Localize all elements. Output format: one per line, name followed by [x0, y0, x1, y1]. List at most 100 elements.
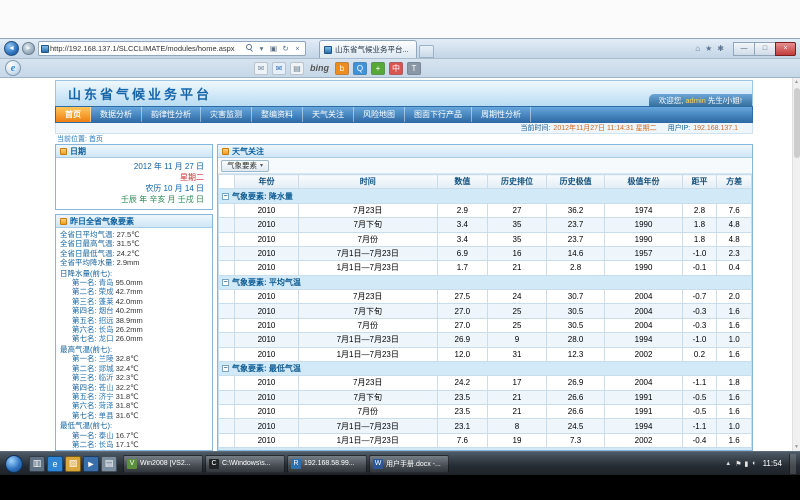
column-header[interactable]: 时间 [298, 175, 437, 189]
table-row[interactable]: 20101月1日—7月23日1.7212.81990-0.10.4 [219, 261, 752, 275]
media-player-icon[interactable]: ► [83, 456, 99, 472]
table-section-row[interactable]: −气象要素: 最高气温 [219, 448, 752, 450]
table-row[interactable]: 20107月份3.43523.719901.84.8 [219, 232, 752, 246]
task-remote[interactable]: R192.168.58.99... [287, 455, 367, 473]
bing-app-icon[interactable]: b [335, 62, 349, 75]
refresh-icon[interactable]: ↻ [280, 44, 291, 53]
autocomplete-dropdown-icon[interactable]: ▾ [256, 44, 267, 53]
settings-gear-icon[interactable]: ✱ [717, 44, 724, 53]
table-row[interactable]: 20107月下旬23.52126.61991-0.51.6 [219, 390, 752, 404]
table-row[interactable]: 20107月23日24.21726.92004-1.11.8 [219, 376, 752, 390]
station-link[interactable]: 济宁 [99, 392, 114, 401]
element-filter-button[interactable]: 气象要素 ▾ [221, 160, 269, 172]
task-cmd[interactable]: CC:\Windows\s... [205, 455, 285, 473]
mail-icon[interactable]: ✉ [254, 62, 268, 75]
start-button[interactable] [5, 455, 23, 473]
column-header[interactable]: 年份 [234, 175, 298, 189]
ie-icon[interactable]: e [47, 456, 63, 472]
home-icon[interactable]: ⌂ [695, 44, 700, 53]
column-header[interactable]: 数值 [437, 175, 488, 189]
station-link[interactable]: 菏泽 [99, 401, 114, 410]
maximize-button[interactable]: □ [754, 42, 775, 56]
column-header[interactable]: 极值年份 [605, 175, 682, 189]
search-icon[interactable] [244, 44, 255, 54]
minimize-button[interactable]: — [733, 42, 754, 56]
table-row[interactable]: 20107月23日27.52430.72004-0.72.0 [219, 290, 752, 304]
table-row[interactable]: 20101月1日—7月23日7.6197.32002-0.41.6 [219, 433, 752, 447]
collapse-icon[interactable]: − [222, 193, 229, 200]
url-input[interactable] [50, 44, 243, 53]
station-link[interactable]: 长岛 [99, 440, 114, 449]
browser-back-button[interactable]: ◄ [4, 41, 19, 56]
column-header[interactable]: 历史排位 [488, 175, 547, 189]
stop-icon[interactable]: × [292, 44, 303, 53]
nav-item-risk-map[interactable]: 风险地图 [354, 107, 405, 122]
table-section-row[interactable]: −气象要素: 平均气温 [219, 275, 752, 289]
address-bar[interactable]: ▾ ▣ ↻ × [38, 41, 306, 56]
table-section-row[interactable]: −气象要素: 降水量 [219, 189, 752, 203]
station-link[interactable]: 兰陵 [99, 354, 114, 363]
taskbar-clock[interactable]: 11:54 [763, 459, 782, 468]
nav-item-downstream-products[interactable]: 图面下行产品 [405, 107, 472, 122]
nav-item-disaster-monitoring[interactable]: 灾害监测 [201, 107, 252, 122]
browser-tab[interactable]: 山东省气候业务平台... [319, 40, 417, 58]
outlook-mail-icon[interactable]: ✉ [272, 62, 286, 75]
safety-shield-icon[interactable]: + [371, 62, 385, 75]
nav-item-home[interactable]: 首页 [56, 107, 91, 122]
bing-logo[interactable]: bing [308, 62, 331, 75]
table-row[interactable]: 20107月份27.02530.52004-0.31.6 [219, 318, 752, 332]
station-link[interactable]: 单县 [99, 411, 114, 420]
nav-item-rhythm-analysis[interactable]: 韵律性分析 [142, 107, 201, 122]
browser-forward-button[interactable]: ► [22, 42, 35, 55]
table-row[interactable]: 20107月下旬3.43523.719901.84.8 [219, 218, 752, 232]
table-row[interactable]: 20107月1日—7月23日6.91614.61957-1.02.3 [219, 246, 752, 260]
column-header[interactable]: 历史极值 [546, 175, 605, 189]
volume-icon[interactable]: ◖ [751, 460, 755, 468]
station-link[interactable]: 蓬莱 [99, 297, 114, 306]
vertical-scrollbar[interactable]: ▲ ▼ [792, 78, 800, 451]
scrollbar-thumb[interactable] [794, 88, 800, 158]
station-link[interactable]: 成山头 [99, 449, 122, 450]
table-row[interactable]: 20107月1日—7月23日26.9928.01994-1.01.0 [219, 333, 752, 347]
action-center-flag-icon[interactable]: ⚑ [735, 460, 741, 468]
show-desktop-button[interactable] [789, 454, 796, 474]
collapse-icon[interactable]: − [222, 279, 229, 286]
server-manager-icon[interactable]: ▥ [29, 456, 45, 472]
table-row[interactable]: 20101月1日—7月23日12.03112.320020.21.6 [219, 347, 752, 361]
ie-logo-icon[interactable]: e [5, 60, 21, 76]
station-link[interactable]: 临沂 [99, 373, 114, 382]
scroll-up-icon[interactable]: ▲ [794, 78, 799, 86]
network-icon[interactable]: ▮ [744, 460, 748, 468]
task-word[interactable]: W用户手册.docx -... [369, 455, 449, 473]
nav-item-data-analysis[interactable]: 数据分析 [91, 107, 142, 122]
table-row[interactable]: 20107月23日2.92736.219742.87.6 [219, 203, 752, 217]
qq-icon[interactable]: Q [353, 62, 367, 75]
collapse-icon[interactable]: − [222, 365, 229, 372]
close-button[interactable]: × [775, 42, 796, 56]
table-row[interactable]: 20107月1日—7月23日23.1824.51994-1.11.0 [219, 419, 752, 433]
station-link[interactable]: 烟台 [99, 306, 114, 315]
document-icon[interactable]: ▤ [290, 62, 304, 75]
table-row[interactable]: 20107月下旬27.02530.52004-0.31.6 [219, 304, 752, 318]
explorer-folder-icon[interactable]: ▨ [65, 456, 81, 472]
station-link[interactable]: 龙口 [99, 334, 114, 343]
nav-item-data-compilation[interactable]: 整编资料 [252, 107, 303, 122]
station-link[interactable]: 荣成 [99, 287, 114, 296]
nav-item-periodicity-analysis[interactable]: 周期性分析 [472, 107, 531, 122]
input-method-icon[interactable]: 中 [389, 62, 403, 75]
notepad-icon[interactable]: ▤ [101, 456, 117, 472]
scroll-down-icon[interactable]: ▼ [794, 443, 799, 451]
column-header[interactable]: 方差 [717, 175, 752, 189]
table-row[interactable]: 20107月份23.52126.61991-0.51.6 [219, 405, 752, 419]
favorites-star-icon[interactable]: ★ [705, 44, 712, 53]
station-link[interactable]: 苍山 [99, 383, 114, 392]
compatibility-view-icon[interactable]: ▣ [268, 44, 279, 53]
task-vmware[interactable]: VWin2008 [VS2... [123, 455, 203, 473]
station-link[interactable]: 长岛 [99, 325, 114, 334]
new-tab-button[interactable] [419, 45, 434, 58]
station-link[interactable]: 招远 [99, 316, 114, 325]
tools-icon[interactable]: T [407, 62, 421, 75]
tray-overflow-icon[interactable]: ▲ [725, 461, 731, 467]
table-section-row[interactable]: −气象要素: 最低气温 [219, 361, 752, 375]
column-header[interactable]: 距平 [682, 175, 717, 189]
